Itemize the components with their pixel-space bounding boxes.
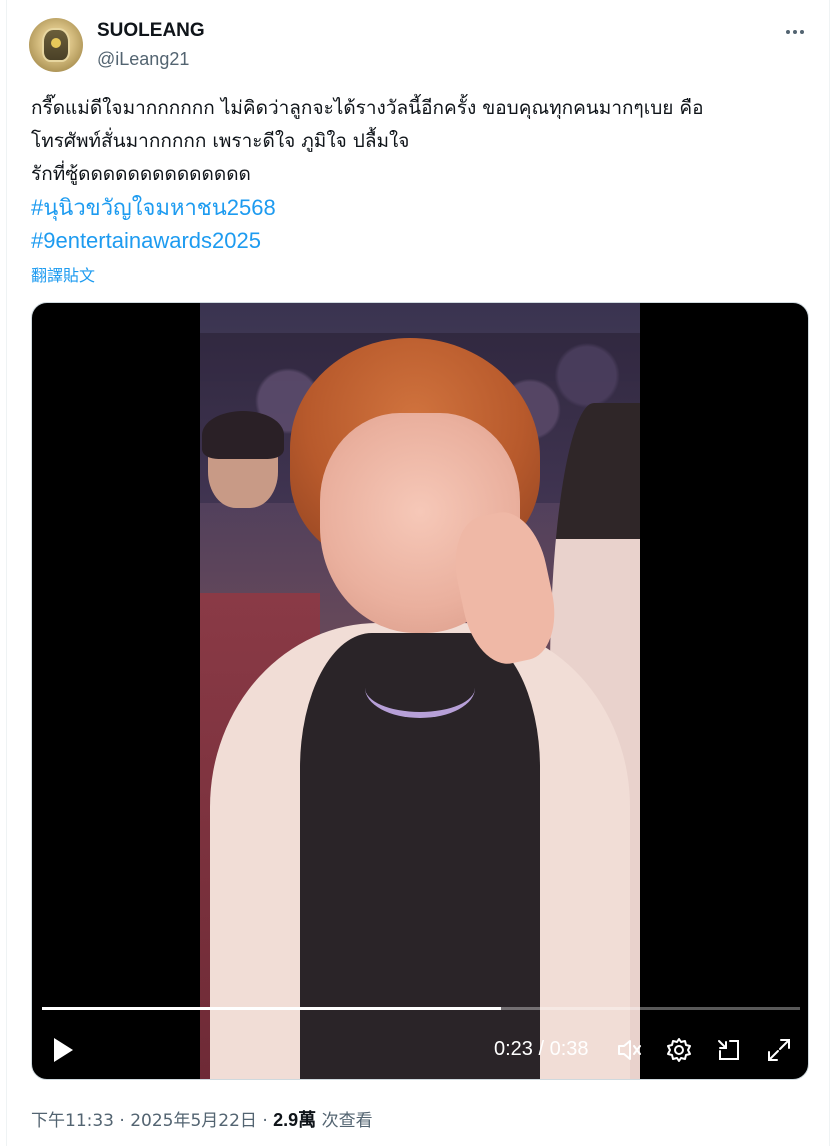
video-player[interactable]: 0:23 / 0:38 — [31, 302, 809, 1080]
background-person-hair — [202, 411, 284, 459]
tweet-line: กรี๊ดแม่ดีใจมากกกกกก ไม่คิดว่าลูกจะได้รา… — [31, 97, 704, 119]
hashtag-link[interactable]: #9entertainawards2025 — [31, 224, 821, 257]
author-display-name[interactable]: SUOLEANG — [97, 20, 205, 42]
fullscreen-icon — [768, 1039, 790, 1061]
video-progress-bar[interactable] — [42, 1007, 800, 1010]
tweet-metadata: 下午11:33 · 2025年5月22日 · 2.9萬 次查看 — [31, 1106, 373, 1132]
views-label: 次查看 — [316, 1111, 373, 1131]
more-icon — [786, 30, 804, 34]
video-time: 0:23 / 0:38 — [494, 1038, 589, 1061]
settings-icon — [667, 1038, 691, 1062]
duration: 0:38 — [549, 1038, 589, 1060]
tweet-line: โทรศัพท์สั่นมากกกกก เพราะดีใจ ภูมิใจ ปลื… — [31, 130, 410, 152]
separator: · — [114, 1111, 131, 1131]
tweet-card: SUOLEANG @iLeang21 กรี๊ดแม่ดีใจมากกกกกก … — [6, 0, 830, 1146]
play-button[interactable] — [50, 1036, 76, 1064]
post-date[interactable]: 2025年5月22日 — [130, 1111, 257, 1131]
post-time[interactable]: 下午11:33 — [31, 1111, 114, 1131]
translate-post-link[interactable]: 翻譯貼文 — [31, 262, 95, 286]
tweet-line: รักที่ซู้ดดดดดดดดดดดดดด — [31, 163, 251, 185]
fullscreen-button[interactable] — [766, 1037, 792, 1063]
separator: · — [256, 1111, 274, 1131]
views-count: 2.9萬 — [273, 1110, 317, 1130]
current-time: 0:23 — [494, 1038, 533, 1060]
tweet-text: กรี๊ดแม่ดีใจมากกกกกก ไม่คิดว่าลูกจะได้รา… — [31, 92, 821, 257]
play-icon — [54, 1038, 73, 1062]
hashtag-link[interactable]: #นุนิวขวัญใจมหาชน2568 — [31, 191, 821, 224]
more-options-button[interactable] — [779, 22, 811, 42]
picture-in-picture-icon — [718, 1040, 739, 1060]
volume-button[interactable] — [616, 1037, 642, 1063]
time-separator: / — [532, 1038, 550, 1060]
video-frame — [200, 303, 640, 1079]
author-handle[interactable]: @iLeang21 — [97, 49, 189, 70]
crest-jewel — [51, 38, 61, 48]
avatar[interactable] — [29, 18, 83, 72]
picture-in-picture-button[interactable] — [716, 1037, 742, 1063]
video-progress-fill — [42, 1007, 501, 1010]
volume-icon — [618, 1040, 641, 1060]
subject-necklace — [365, 658, 475, 718]
settings-button[interactable] — [666, 1037, 692, 1063]
